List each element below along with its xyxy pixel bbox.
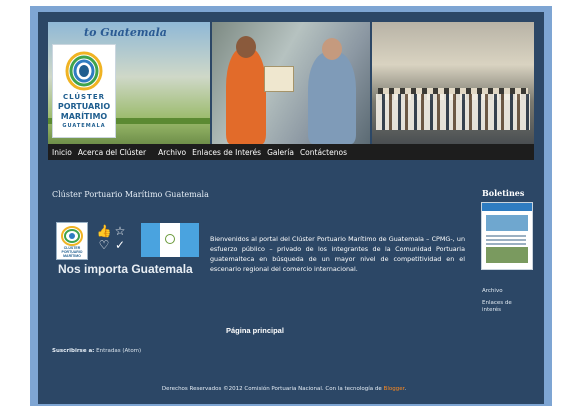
bulletin-thumbnail[interactable] xyxy=(481,202,533,270)
flag-stripe-center xyxy=(160,223,180,257)
logo-line-1: CLÚSTER xyxy=(62,93,106,101)
slogan: Nos importa Guatemala xyxy=(58,262,193,276)
logo-line-4: GUATEMALA xyxy=(62,123,106,129)
intro-paragraph: Bienvenidos al portal del Clúster Portua… xyxy=(210,235,465,273)
post-title[interactable]: Clúster Portuario Marítimo Guatemala xyxy=(52,190,209,199)
bulletin-image-2 xyxy=(486,247,528,263)
sidebar-link-enlaces[interactable]: Enlaces de interés xyxy=(482,300,522,314)
nav-item-enlaces[interactable]: Enlaces de Interés xyxy=(192,148,261,157)
check-icon: ✓ xyxy=(114,238,126,252)
banner-photo-group xyxy=(372,22,534,144)
bulletin-header xyxy=(482,203,532,211)
group-front-row xyxy=(376,94,530,130)
guatemala-flag xyxy=(141,223,199,257)
nav-item-galeria[interactable]: Galería xyxy=(267,148,294,157)
flag-stripe-left xyxy=(141,223,160,257)
banner-sign-text: to Guatemala xyxy=(84,26,167,39)
cluster-logo-rings-icon xyxy=(65,51,103,91)
logo-line-2: PORTUARIO xyxy=(57,102,111,111)
cluster-logo[interactable]: CLÚSTER PORTUARIO MARÍTIMO GUATEMALA xyxy=(52,44,116,138)
bulletin-image xyxy=(486,215,528,231)
nav-item-inicio[interactable]: Inicio xyxy=(52,148,72,157)
subscribe-atom-link[interactable]: Entradas (Atom) xyxy=(96,348,141,354)
person-left xyxy=(226,48,266,144)
promo-logo-line-3: MARÍTIMO xyxy=(63,254,81,258)
promo-logo-rings-icon xyxy=(61,226,83,246)
banner-photo-port-building: to Guatemala CLÚSTER PORTUARIO MARÍTIMO … xyxy=(48,22,210,144)
footer-text: Derechos Reservados ©2012 Comisión Portu… xyxy=(161,386,382,392)
person-left-head xyxy=(236,36,256,58)
footer-blogger-link[interactable]: Blogger xyxy=(384,386,405,392)
promo-cluster-logo: CLÚSTER PORTUARIO MARÍTIMO xyxy=(56,222,88,260)
star-icon: ☆ xyxy=(114,224,126,238)
nav-item-archivo[interactable]: Archivo xyxy=(158,148,186,157)
bulletin-text-line xyxy=(486,239,526,241)
footer: Derechos Reservados ©2012 Comisión Portu… xyxy=(0,386,568,392)
subscribe-line: Suscribirse a: Entradas (Atom) xyxy=(52,348,141,354)
main-page-link[interactable]: Página principal xyxy=(226,326,284,335)
subscribe-label: Suscribirse a: xyxy=(52,348,95,354)
flag-emblem-icon xyxy=(165,234,175,244)
nav-item-acerca[interactable]: Acerca del Clúster xyxy=(78,148,146,157)
person-right xyxy=(308,52,356,144)
sidebar-link-archivo[interactable]: Archivo xyxy=(482,288,522,295)
thumbs-up-icon: 👍 xyxy=(96,224,112,238)
person-right-head xyxy=(322,38,342,60)
footer-end: . xyxy=(404,386,407,392)
bulletin-text-line xyxy=(486,243,526,245)
nav-item-contactenos[interactable]: Contáctenos xyxy=(300,148,347,157)
banner-photo-handshake xyxy=(212,22,370,144)
header-banner: to Guatemala CLÚSTER PORTUARIO MARÍTIMO … xyxy=(48,22,534,144)
social-icons: 👍 ☆ ♡ ✓ xyxy=(96,224,132,252)
sidebar-title: Boletines xyxy=(482,188,525,198)
bulletin-text-line xyxy=(486,235,526,237)
flag-stripe-right xyxy=(180,223,199,257)
heart-icon: ♡ xyxy=(98,238,110,252)
certificate xyxy=(264,66,294,92)
logo-line-3: MARÍTIMO xyxy=(60,112,108,121)
main-nav: Inicio Acerca del Clúster Archivo Enlace… xyxy=(48,144,534,160)
